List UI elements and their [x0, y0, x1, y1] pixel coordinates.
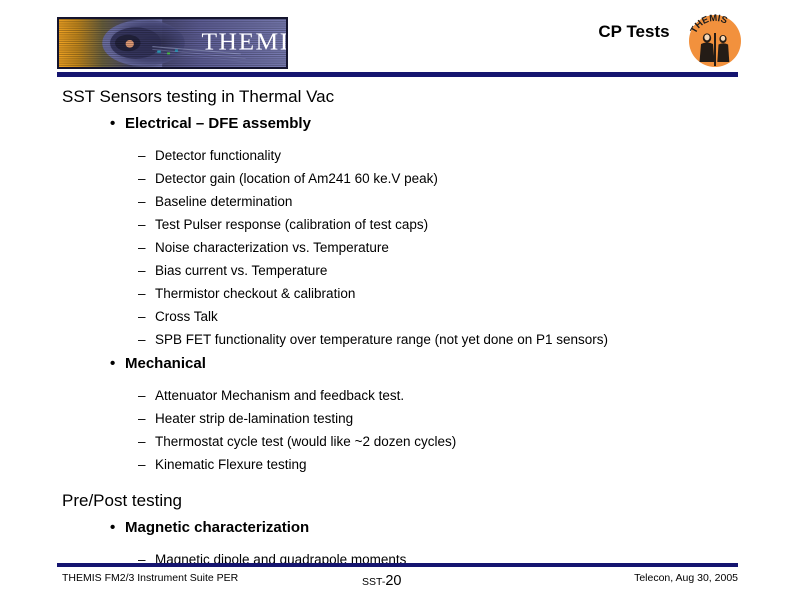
section-heading: Pre/Post testing [62, 491, 183, 510]
page-title: CP Tests [598, 22, 670, 41]
dash-icon: – [138, 239, 146, 255]
footer-divider [57, 563, 738, 567]
list-item-text: Detector gain (location of Am241 60 ke.V… [155, 170, 438, 186]
themis-banner-logo: THEMIS [57, 17, 288, 69]
list-item-text: Cross Talk [155, 308, 218, 324]
dash-icon: – [138, 285, 146, 301]
dash-icon: – [138, 262, 146, 278]
dash-icon: – [138, 170, 146, 186]
dash-icon: – [138, 387, 146, 403]
footer-slide-prefix: SST- [362, 576, 386, 588]
dash-icon: – [138, 433, 146, 449]
bullet-level2-magnetic: • Magnetic characterization [110, 515, 792, 542]
dash-icon: – [138, 331, 146, 347]
slide-content: SST Sensors testing in Thermal Vac • Ele… [0, 84, 792, 571]
list-item-text: Detector functionality [155, 147, 282, 163]
list-item: – Attenuator Mechanism and feedback test… [138, 384, 792, 407]
list-item-text: Test Pulser response (calibration of tes… [155, 216, 429, 232]
list-item-text: SPB FET functionality over temperature r… [155, 331, 608, 347]
list-item: – Magnetic dipole and quadrapole moments [138, 548, 792, 571]
section-heading: SST Sensors testing in Thermal Vac [62, 87, 335, 106]
footer-left-text: THEMIS FM2/3 Instrument Suite PER [62, 572, 239, 584]
list-item: – Test Pulser response (calibration of t… [138, 213, 792, 236]
list-item: – Noise characterization vs. Temperature [138, 236, 792, 259]
list-item-text: Bias current vs. Temperature [155, 262, 328, 278]
themis-mission-patch-icon: THEMIS [687, 13, 743, 69]
dash-icon: – [138, 308, 146, 324]
bullet-level2-mechanical: • Mechanical [110, 351, 792, 378]
bullet-dot-icon: • [110, 355, 116, 372]
footer-slide-number: SST-20 [362, 572, 401, 590]
list-item: – Bias current vs. Temperature [138, 259, 792, 282]
themis-magnetosphere-graphic: THEMIS [59, 19, 286, 67]
header-divider [57, 72, 738, 77]
list-item: – Baseline determination [138, 190, 792, 213]
list-item: – Kinematic Flexure testing [138, 453, 792, 476]
list-item: – SPB FET functionality over temperature… [138, 328, 792, 351]
bullet-level2-electrical: • Electrical – DFE assembly [110, 111, 792, 138]
list-item: – Detector gain (location of Am241 60 ke… [138, 167, 792, 190]
dash-icon: – [138, 193, 146, 209]
footer-slide-count: 20 [385, 573, 402, 589]
footer-right-text: Telecon, Aug 30, 2005 [634, 572, 738, 584]
dash-icon: – [138, 410, 146, 426]
dash-icon: – [138, 147, 146, 163]
bullet-dot-icon: • [110, 115, 116, 132]
bullet-level2-label: Mechanical [125, 355, 206, 372]
list-item: – Cross Talk [138, 305, 792, 328]
bullet-dot-icon: • [110, 519, 116, 536]
list-item: – Thermostat cycle test (would like ~2 d… [138, 430, 792, 453]
list-item: – Thermistor checkout & calibration [138, 282, 792, 305]
list-item-text: Thermostat cycle test (would like ~2 doz… [155, 433, 457, 449]
list-item-text: Thermistor checkout & calibration [155, 285, 356, 301]
list-item-text: Attenuator Mechanism and feedback test. [155, 387, 405, 403]
bullet-level2-label: Magnetic characterization [125, 519, 310, 536]
list-item-text: Baseline determination [155, 193, 293, 209]
list-item: – Heater strip de-lamination testing [138, 407, 792, 430]
mission-patch-graphic: THEMIS [688, 13, 741, 67]
dash-icon: – [138, 216, 146, 232]
bullet-level2-label: Electrical – DFE assembly [125, 115, 311, 132]
themis-wordmark: THEMIS [201, 29, 286, 55]
dash-icon: – [138, 456, 146, 472]
list-item: – Detector functionality [138, 144, 792, 167]
list-item-text: Noise characterization vs. Temperature [155, 239, 389, 255]
footer: THEMIS FM2/3 Instrument Suite PER SST-20… [57, 572, 738, 592]
list-item-text: Heater strip de-lamination testing [155, 410, 354, 426]
list-item-text: Kinematic Flexure testing [155, 456, 307, 472]
